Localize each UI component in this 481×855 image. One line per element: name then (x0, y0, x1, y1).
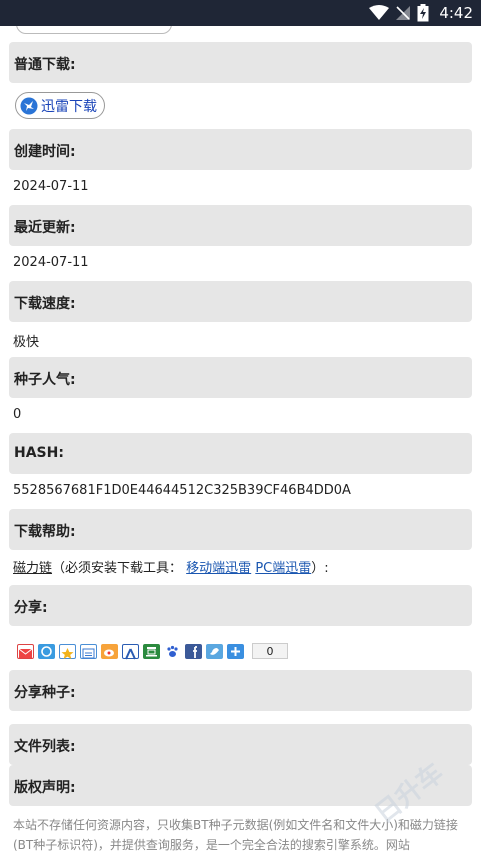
battery-icon (417, 4, 429, 22)
douban-box-icon[interactable] (143, 643, 160, 659)
section-heading: HASH: (14, 445, 64, 461)
section-heading: 分享: (14, 600, 48, 616)
disclaimer-text: 本站不存储任何资源内容，只收集BT种子元数据(例如文件名和文件大小)和磁力链接(… (13, 818, 458, 852)
section-popularity: 种子人气: (9, 357, 472, 398)
douban-icon[interactable] (80, 643, 97, 659)
more-icon[interactable] (227, 643, 244, 659)
updated-value: 2024-07-11 (13, 255, 89, 270)
facebook-icon[interactable] (185, 643, 202, 659)
section-created: 创建时间: (9, 129, 472, 170)
renren-icon[interactable] (122, 643, 139, 659)
share-count: 0 (252, 643, 288, 659)
share-icons-row: 0 (17, 643, 288, 659)
section-heading: 最近更新: (14, 220, 76, 236)
hash-value: 5528567681F1D0E44644512C325B39CF46B4DD0A (13, 483, 351, 498)
section-help: 下载帮助: (9, 509, 472, 550)
popularity-value: 0 (13, 407, 22, 422)
magnet-link[interactable]: 磁力链 (13, 561, 52, 576)
section-share: 分享: (9, 585, 472, 626)
section-share-torrent: 分享种子: (9, 670, 472, 711)
status-icons: 4:42 (369, 4, 473, 22)
speed-value: 极快 (13, 335, 40, 350)
section-heading: 版权声明: (14, 780, 76, 796)
section-copyright: 版权声明: (9, 765, 472, 806)
help-line: 磁力链（必须安装下载工具： 移动端迅雷 PC端迅雷）: (13, 557, 329, 576)
section-speed: 下载速度: (9, 281, 472, 322)
signal-icon (396, 6, 411, 20)
section-heading: 下载速度: (14, 296, 76, 312)
section-updated: 最近更新: (9, 205, 472, 246)
section-heading: 下载帮助: (14, 524, 76, 540)
star-icon[interactable] (59, 643, 76, 659)
section-file-list: 文件列表: (9, 724, 472, 765)
help-text: （必须安装下载工具： (52, 561, 183, 576)
pc-thunder-link[interactable]: PC端迅雷 (255, 561, 311, 576)
mobile-thunder-link[interactable]: 移动端迅雷 (186, 561, 251, 576)
section-heading: 分享种子: (14, 685, 76, 701)
baidu-icon[interactable] (164, 643, 181, 659)
status-bar: 4:42 (0, 0, 481, 26)
qzone-icon[interactable] (38, 643, 55, 659)
status-time: 4:42 (439, 4, 473, 22)
section-heading: 种子人气: (14, 372, 76, 388)
section-normal-download: 普通下载: (9, 42, 472, 83)
help-tail: ）: (311, 561, 329, 576)
section-heading: 文件列表: (14, 739, 76, 755)
thunder-bird-icon (20, 97, 38, 114)
page-content: 普通下载: 迅雷下载 创建时间: 2024-07-11 最近更新: 2024-0… (0, 26, 481, 855)
section-hash: HASH: (9, 433, 472, 474)
created-value: 2024-07-11 (13, 179, 89, 194)
weibo-icon[interactable] (101, 643, 118, 659)
thunder-download-label: 迅雷下载 (41, 98, 97, 115)
twitter-icon[interactable] (206, 643, 223, 659)
section-heading: 创建时间: (14, 144, 76, 160)
wifi-icon (369, 5, 390, 20)
thunder-download-button[interactable]: 迅雷下载 (15, 92, 105, 119)
email-icon[interactable] (17, 643, 34, 659)
top-button-partial[interactable] (16, 26, 172, 34)
section-heading: 普通下载: (14, 57, 76, 73)
